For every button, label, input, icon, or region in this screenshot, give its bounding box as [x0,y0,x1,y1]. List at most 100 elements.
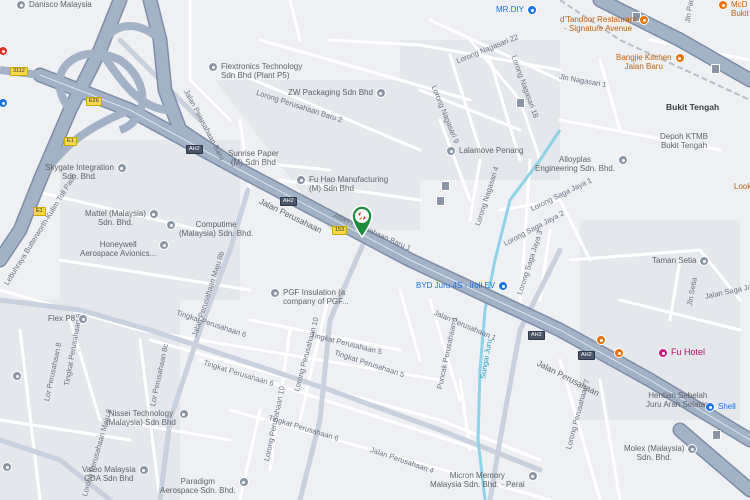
poi-label: Nissei Technology (Malaysia) Sdn Bhd [106,409,176,427]
place-icon [116,163,127,173]
poi-hentian[interactable]: Hentian Sebelah Juru Arah Selatan [646,391,710,409]
cafe-icon [614,348,624,358]
poi-sunrise-paper[interactable]: Sunrise Paper (M) Sdn Bhd [228,149,279,167]
poi-label: Fu Hao Manufacturing (M) Sdn Bhd [309,175,389,193]
poi-alloyplas[interactable]: Alloyplas Engineering Sdn. Bhd. [535,155,629,173]
shopping-bag-icon [527,5,537,15]
route-shield: AH2 [280,197,297,206]
poi-fu-hotel[interactable]: Fu Hotel [658,348,705,358]
poi-zw-packaging[interactable]: ZW Packaging Sdn Bhd [288,88,386,98]
shopping-icon [0,46,8,56]
poi-computime[interactable]: Computime (Malaysia) Sdn. Bhd. [166,220,253,238]
poi-bukit-tengah[interactable]: Bukit Tengah [666,103,719,112]
poi-pgf-insulation[interactable]: PGF Insulation (a company of PGF... [270,288,349,306]
place-icon [270,288,280,298]
poi-mattel[interactable]: Mattel (Malaysia) Sdn. Bhd. [85,209,159,227]
poi-label: Skygate Integration Sdn. Bhd. [45,163,114,181]
restaurant-icon [596,335,606,345]
poi-label: McD Bukit [731,0,749,18]
poi-label: Fu Hotel [671,347,706,357]
poi-label: Flextronics Technology Sdn Bhd (Plant P5… [221,62,303,80]
poi-label: PGF Insulation (a company of PGF... [283,288,349,306]
poi-look[interactable]: Look [734,182,750,191]
place-icon [618,155,629,165]
poi-label: Flex P8 [48,314,76,323]
poi-fu-hao[interactable]: Fu Hao Manufacturing (M) Sdn Bhd [296,175,388,193]
poi-honeywell[interactable]: Honeywell Aerospace Avionics... [80,240,170,258]
poi-label: Micron Memory Malaysia Sdn. Bhd. - Perai [430,471,525,489]
poi-label: Look [734,182,750,191]
poi-label: Mattel (Malaysia) Sdn. Bhd. [85,209,146,227]
place-icon [699,256,710,266]
poi-bangjie[interactable]: Bangjie Kitchen Jalan Baru [616,53,685,71]
gas-station-icon [705,402,715,412]
place-icon [16,0,26,10]
poi-label: Bangjie Kitchen Jalan Baru [616,53,672,71]
map-canvas[interactable]: Lorong Perusahaan Baru 2 Jalan Perusahaa… [0,0,750,500]
poi-label: Lalamove Penang [459,146,524,155]
route-shield: E1 [33,207,46,216]
bus-stop-icon[interactable] [516,98,525,108]
place-icon [148,209,159,219]
place-icon [527,471,538,481]
poi-label: Valeo Malaysia CDA Sdn Bhd [82,465,136,483]
poi-danisco[interactable]: Danisco Malaysia [16,0,92,10]
poi-food-1[interactable] [596,335,606,345]
place-icon [138,465,149,475]
poi-label: Molex (Malaysia) Sdn. Bhd. [624,444,685,462]
place-icon [178,409,189,419]
poi-label: Computime (Malaysia) Sdn. Bhd. [179,220,254,238]
poi-paradigm[interactable]: Paradigm Aerospace Sdn. Bhd. [160,477,249,495]
route-shield: AH2 [578,351,595,360]
poi-edge-shopping[interactable] [0,46,8,56]
poi-molex[interactable]: Molex (Malaysia) Sdn. Bhd. [624,444,698,462]
poi-mr-diy[interactable]: MR.DIY [496,5,537,15]
poi-label: Paradigm Aerospace Sdn. Bhd. [160,477,236,495]
poi-nissei[interactable]: Nissei Technology (Malaysia) Sdn Bhd [106,409,189,427]
poi-edge-gray-2[interactable] [12,371,22,381]
poi-label: Danisco Malaysia [29,0,92,9]
poi-edge-gray[interactable] [2,462,12,472]
poi-label: MR.DIY [496,5,524,14]
poi-label: Alloyplas Engineering Sdn. Bhd. [535,155,616,173]
ev-charging-icon [498,281,509,291]
restaurant-icon [639,15,650,25]
poi-label: BYD Juru 4S - Iroll EV [416,281,496,290]
poi-shell[interactable]: Shell [705,402,736,412]
poi-food-2[interactable] [614,348,624,358]
store-icon [0,98,8,108]
poi-edge-blue[interactable] [0,98,8,108]
poi-flextronics[interactable]: Flextronics Technology Sdn Bhd (Plant P5… [208,62,302,80]
poi-valeo[interactable]: Valeo Malaysia CDA Sdn Bhd [82,465,149,483]
route-shield: 3112 [10,67,28,76]
poi-label: Bukit Tengah [666,102,720,112]
place-icon [78,314,89,324]
poi-micron[interactable]: Micron Memory Malaysia Sdn. Bhd. - Perai [430,471,538,489]
poi-dtandoor[interactable]: d'Tandoor Restaurant - Signature Avenue [560,15,650,33]
selected-place-pin-icon[interactable] [350,204,374,238]
restaurant-icon [718,0,728,10]
poi-byd[interactable]: BYD Juru 4S - Iroll EV [416,281,509,291]
poi-depoh-ktmb[interactable]: Depoh KTMB Bukit Tengah [660,132,708,150]
place-icon [159,240,170,250]
poi-label: Sunrise Paper (M) Sdn Bhd [228,149,279,167]
bus-stop-icon[interactable] [441,181,450,191]
route-shield: E1 [64,137,77,146]
poi-flex-p8[interactable]: Flex P8 [48,314,89,324]
route-shield: AH2 [528,331,545,340]
restaurant-icon [674,53,685,63]
bus-stop-icon[interactable] [712,430,721,440]
poi-label: d'Tandoor Restaurant - Signature Avenue [560,15,637,33]
hotel-icon [658,348,668,358]
poi-lalamove[interactable]: Lalamove Penang [446,146,524,156]
bus-stop-icon[interactable] [711,64,720,74]
poi-label: ZW Packaging Sdn Bhd [288,88,373,97]
poi-mcdonalds[interactable]: McD Bukit [718,0,749,18]
place-icon [166,220,176,230]
poi-label: Taman Setia [652,256,697,265]
place-icon [208,62,218,72]
bus-stop-icon[interactable] [436,196,445,206]
poi-label: Shell [718,402,736,411]
poi-taman-setia[interactable]: Taman Setia [652,256,710,266]
poi-skygate[interactable]: Skygate Integration Sdn. Bhd. [45,163,127,181]
